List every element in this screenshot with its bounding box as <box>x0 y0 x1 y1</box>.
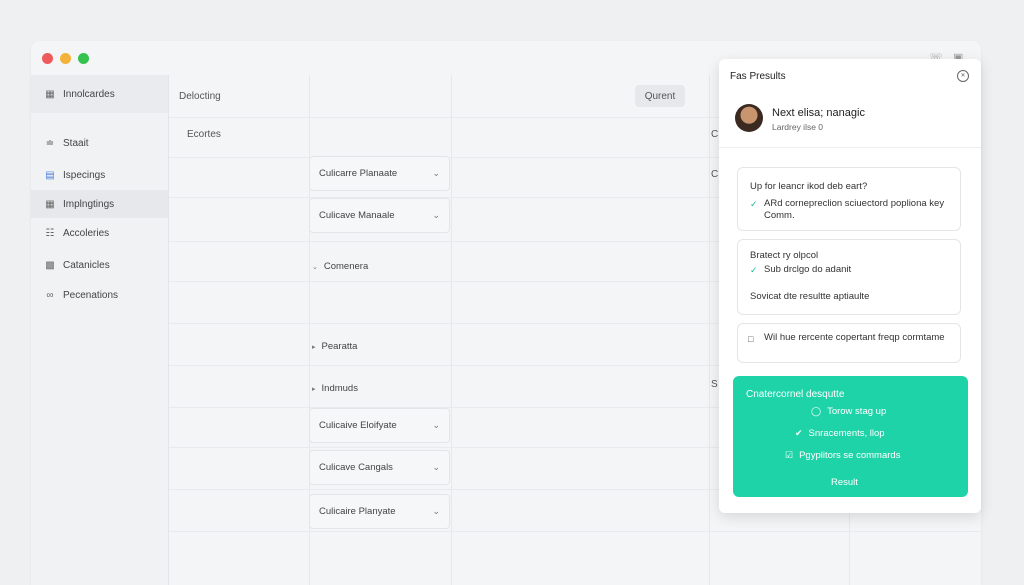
section-title: Ecortes <box>187 129 221 140</box>
dropdown-select[interactable]: Culicaive Eloifyate ⌄ <box>309 408 450 443</box>
sidebar-item-ispecings[interactable]: ▤ Ispecings <box>31 161 168 189</box>
highlight-item: ✔ Snracements, llop <box>795 428 885 439</box>
sidebar-item-staait[interactable]: ≐ Staait <box>31 129 168 157</box>
sidebar-item-accoleries[interactable]: ☷ Accoleries <box>31 219 168 247</box>
calendar-icon: ▦ <box>45 88 55 100</box>
highlight-item-label: Torow stag up <box>827 406 887 417</box>
minimize-window-button[interactable] <box>60 53 71 64</box>
sidebar: ▦ Innolcardes ≐ Staait ▤ Ispecings ▦ Imp… <box>31 75 169 585</box>
highlight-item: ◯ Torow stag up <box>811 406 886 417</box>
chevron-down-icon: ⌄ <box>312 263 318 271</box>
current-button[interactable]: Qurent <box>635 85 685 107</box>
chevron-down-icon: ⌄ <box>432 210 440 220</box>
suggestion-card[interactable]: Up for leancr ikod deb eart? ✓ ARd corne… <box>737 167 961 231</box>
tree-item[interactable]: ⌄ Comenera <box>312 261 368 272</box>
column-label: S <box>711 379 718 390</box>
tree-item[interactable]: ▸ Indmuds <box>312 383 358 394</box>
sidebar-item-label: Implngtings <box>63 198 115 210</box>
close-icon[interactable]: ✕ <box>957 70 969 82</box>
sidebar-item-innolcardes[interactable]: ▦ Innolcardes <box>31 75 168 113</box>
highlight-card: Cnatercornel desqutte ◯ Torow stag up ✔ … <box>733 376 968 497</box>
dropdown-label: Culicaive Eloifyate <box>319 420 397 431</box>
dropdown-select[interactable]: Culicave Cangals ⌄ <box>309 450 450 485</box>
sidebar-item-label: Accoleries <box>63 227 110 239</box>
chevron-down-icon: ⌄ <box>432 420 440 430</box>
tree-item[interactable]: ▸ Pearatta <box>312 341 357 352</box>
info-card[interactable]: □ Wil hue rercente copertant freqp cormt… <box>737 323 961 363</box>
image-icon: ▩ <box>45 259 55 271</box>
card-title: Up for leancr ikod deb eart? <box>750 181 868 192</box>
tree-item-label: Pearatta <box>321 341 358 352</box>
avatar <box>735 104 763 132</box>
panel-title: Fas Presults <box>730 71 786 82</box>
highlight-title: Cnatercornel desqutte <box>746 389 845 400</box>
maximize-window-button[interactable] <box>78 53 89 64</box>
results-panel: Fas Presults ✕ Next elisa; nanagic Lardr… <box>719 59 981 513</box>
divider <box>719 147 981 148</box>
card-item: ARd cornepreclion sciuectord popliona ke… <box>764 198 945 221</box>
highlight-item-label: Pgyplitors se commards <box>799 450 901 461</box>
check-icon: ✓ <box>750 199 758 209</box>
sidebar-item-catanicles[interactable]: ▩ Catanicles <box>31 251 168 279</box>
close-window-button[interactable] <box>42 53 53 64</box>
column-divider <box>451 75 452 585</box>
chevron-down-icon: ⌄ <box>432 168 440 178</box>
check-icon: ✔ <box>795 428 803 438</box>
sidebar-item-implngtings[interactable]: ▦ Implngtings <box>31 190 168 218</box>
chart-icon: ▤ <box>45 169 55 181</box>
check-icon: ✓ <box>750 265 758 275</box>
card-title: Bratect ry olpcol <box>750 250 819 261</box>
column-label: C <box>711 169 719 180</box>
dropdown-label: Culicave Cangals <box>319 462 393 473</box>
clock-icon: ◯ <box>811 406 822 416</box>
dropdown-select[interactable]: Culicaire Planyate ⌄ <box>309 494 450 529</box>
sidebar-item-label: Catanicles <box>63 259 110 271</box>
signal-icon: ≐ <box>45 137 55 149</box>
dropdown-label: Culicaire Planyate <box>319 506 396 517</box>
chevron-down-icon: ⌄ <box>432 506 440 516</box>
sidebar-item-pecenations[interactable]: ∞ Pecenations <box>31 281 168 309</box>
caret-right-icon: ▸ <box>312 343 316 351</box>
card-footer: Sovicat dte resultte aptiaulte <box>750 291 870 302</box>
chevron-down-icon: ⌄ <box>432 462 440 472</box>
tree-item-label: Indmuds <box>321 383 358 394</box>
link-icon: ∞ <box>46 289 54 301</box>
highlight-item-label: Snracements, llop <box>808 428 885 439</box>
card-text: Wil hue rercente copertant freqp cormtam… <box>764 332 945 343</box>
column-label: C <box>711 129 719 140</box>
sidebar-item-label: Staait <box>63 137 89 149</box>
highlight-item: ☑ Pgyplitors se commards <box>785 450 900 461</box>
dropdown-select[interactable]: Culicave Manaale ⌄ <box>309 198 450 233</box>
sidebar-item-label: Ispecings <box>63 169 106 181</box>
sidebar-item-label: Innolcardes <box>63 88 115 100</box>
result-button[interactable]: Result <box>831 477 858 488</box>
dropdown-label: Culicarre Planaate <box>319 168 398 179</box>
profile-name: Next elisa; nanagic <box>772 107 865 119</box>
suggestion-card[interactable]: Bratect ry olpcol ✓ Sub drclgo do adanit… <box>737 239 961 315</box>
column-divider <box>709 75 710 585</box>
card-item: Sub drclgo do adanit <box>764 264 852 275</box>
tree-item-label: Comenera <box>323 261 369 272</box>
row-divider <box>169 531 981 532</box>
sidebar-item-label: Pecenations <box>63 289 119 301</box>
profile-subtitle: Lardrey ilse 0 <box>772 122 824 132</box>
page-title: Delocting <box>179 91 221 102</box>
document-icon: □ <box>748 334 754 344</box>
dropdown-select[interactable]: Culicarre Planaate ⌄ <box>309 156 450 191</box>
checkbox-icon: ☑ <box>785 450 794 460</box>
clipboard-icon: ☷ <box>45 227 55 239</box>
calendar-icon: ▦ <box>45 198 55 210</box>
dropdown-label: Culicave Manaale <box>319 210 395 221</box>
caret-right-icon: ▸ <box>312 385 316 393</box>
